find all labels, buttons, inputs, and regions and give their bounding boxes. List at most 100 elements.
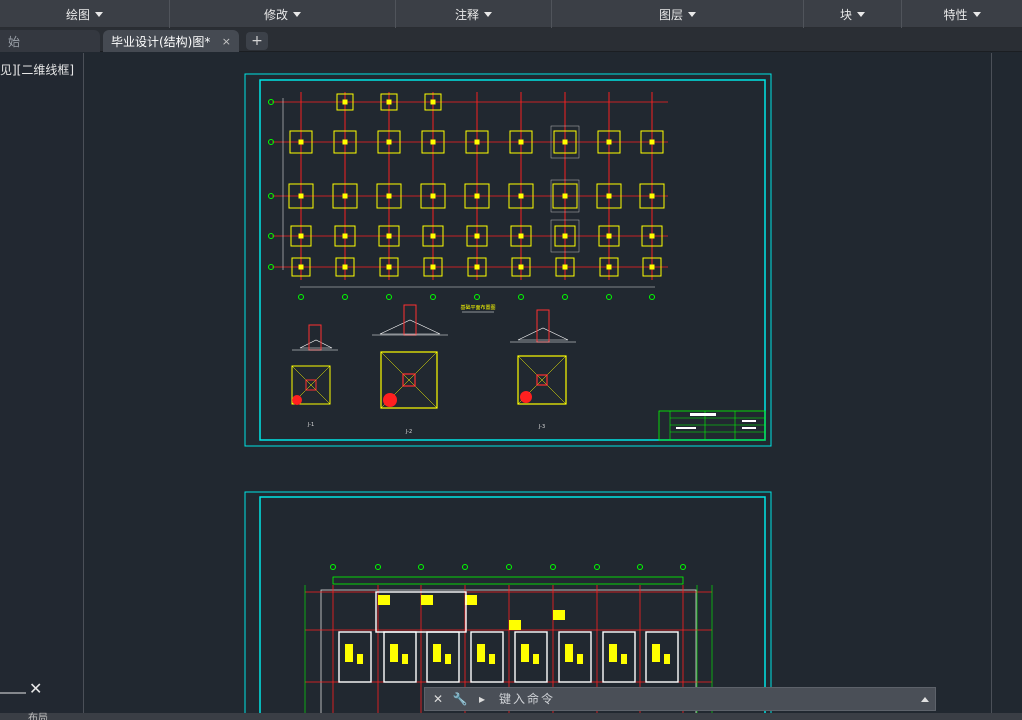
ribbon-group-modify[interactable]: 修改	[170, 0, 396, 28]
axis-bubble	[637, 564, 643, 570]
room-label-block	[533, 654, 539, 664]
column	[474, 139, 480, 145]
chevron-down-icon	[95, 12, 103, 17]
column	[298, 264, 304, 270]
viewport-controls-label[interactable]: 见][二维线框]	[0, 61, 74, 78]
column	[430, 193, 436, 199]
column	[474, 233, 480, 239]
column	[649, 233, 655, 239]
chevron-down-icon	[688, 12, 696, 17]
room-label-block	[521, 644, 529, 662]
column	[562, 264, 568, 270]
room-label-block	[609, 644, 617, 662]
viewcube-rail	[991, 53, 1022, 720]
room-wall	[602, 631, 636, 683]
room-label-block	[664, 654, 670, 664]
ribbon-group-layers[interactable]: 图层	[552, 0, 804, 28]
foundation-grid	[272, 92, 668, 280]
ribbon-group-annotation[interactable]: 注释	[396, 0, 552, 28]
room-wall	[383, 631, 417, 683]
column	[430, 99, 436, 105]
column	[386, 99, 392, 105]
column	[518, 233, 524, 239]
column	[298, 233, 304, 239]
column	[386, 233, 392, 239]
new-tab-button[interactable]: +	[246, 32, 268, 50]
ribbon-group-label: 块	[839, 7, 852, 22]
room-label-block	[445, 654, 451, 664]
close-icon[interactable]: ✕	[429, 690, 447, 708]
column	[606, 193, 612, 199]
column	[342, 139, 348, 145]
column	[342, 233, 348, 239]
column	[430, 264, 436, 270]
tab-active-drawing[interactable]: 毕业设计(结构)图* ×	[103, 30, 239, 52]
column	[298, 139, 304, 145]
title-block	[658, 410, 766, 441]
ribbon-group-draw[interactable]: 绘图	[0, 0, 170, 28]
command-prompt-icon[interactable]: ▸	[473, 690, 491, 708]
command-input[interactable]	[491, 689, 915, 709]
column	[606, 264, 612, 270]
room-label-block	[621, 654, 627, 664]
status-bar: 布局	[0, 713, 1022, 720]
column	[649, 193, 655, 199]
dimension-strip	[332, 576, 684, 585]
room-label-block	[577, 654, 583, 664]
column	[562, 193, 568, 199]
axis-bubble	[430, 294, 436, 300]
close-icon[interactable]: ×	[222, 35, 231, 48]
axis-bubble	[606, 294, 612, 300]
column	[562, 139, 568, 145]
room-label-block	[477, 644, 485, 662]
column	[649, 264, 655, 270]
column	[518, 264, 524, 270]
ribbon-group-properties[interactable]: 特性	[902, 0, 1022, 28]
axis-bubble	[506, 564, 512, 570]
axis-bubble	[330, 564, 336, 570]
room-label-block	[652, 644, 660, 662]
ribbon-group-label: 图层	[658, 7, 683, 22]
detail-label: J-2	[405, 429, 412, 435]
layout-tab[interactable]: 布局	[28, 709, 48, 720]
column	[474, 264, 480, 270]
sheet-1-title: 基础平面布置图	[460, 304, 495, 311]
column	[474, 193, 480, 199]
axis-bubble	[342, 294, 348, 300]
footing-detail-j1: J-1	[291, 324, 338, 428]
wrench-icon[interactable]: 🔧	[451, 690, 469, 708]
ribbon-group-block[interactable]: 块	[804, 0, 902, 28]
axis-bubble	[562, 294, 568, 300]
chevron-down-icon	[484, 12, 492, 17]
footing-detail-j2: J-2	[372, 304, 448, 435]
tab-start[interactable]: 始	[0, 30, 100, 52]
beam-tag	[378, 595, 390, 605]
room-label-block	[565, 644, 573, 662]
column	[649, 139, 655, 145]
file-tab-bar: 始 毕业设计(结构)图* × +	[0, 28, 1022, 52]
drawing-canvas[interactable]: 基础平面布置图 J-1 J-2 J-3	[85, 53, 991, 720]
close-icon[interactable]: ✕	[29, 679, 42, 698]
column	[518, 193, 524, 199]
column	[342, 99, 348, 105]
column	[342, 193, 348, 199]
room-wall	[514, 631, 548, 683]
sheet-1-outer-border	[244, 73, 772, 447]
drawing-svg: 基础平面布置图 J-1 J-2 J-3	[244, 73, 772, 720]
ribbon-panel-bar: 绘图 修改 注释 图层 块 特性	[0, 0, 1022, 28]
room-wall	[645, 631, 679, 683]
column	[606, 233, 612, 239]
column	[386, 139, 392, 145]
axis-bubble	[418, 564, 424, 570]
chevron-down-icon	[857, 12, 865, 17]
tab-label: 毕业设计(结构)图*	[111, 34, 211, 49]
axis-bubble	[594, 564, 600, 570]
column	[430, 139, 436, 145]
ribbon-group-label: 特性	[943, 7, 968, 22]
chevron-up-icon[interactable]	[921, 696, 929, 702]
column	[518, 139, 524, 145]
axis-bubble	[386, 294, 392, 300]
ucs-axis-line	[0, 692, 26, 694]
column	[386, 193, 392, 199]
beam-tag	[421, 595, 433, 605]
